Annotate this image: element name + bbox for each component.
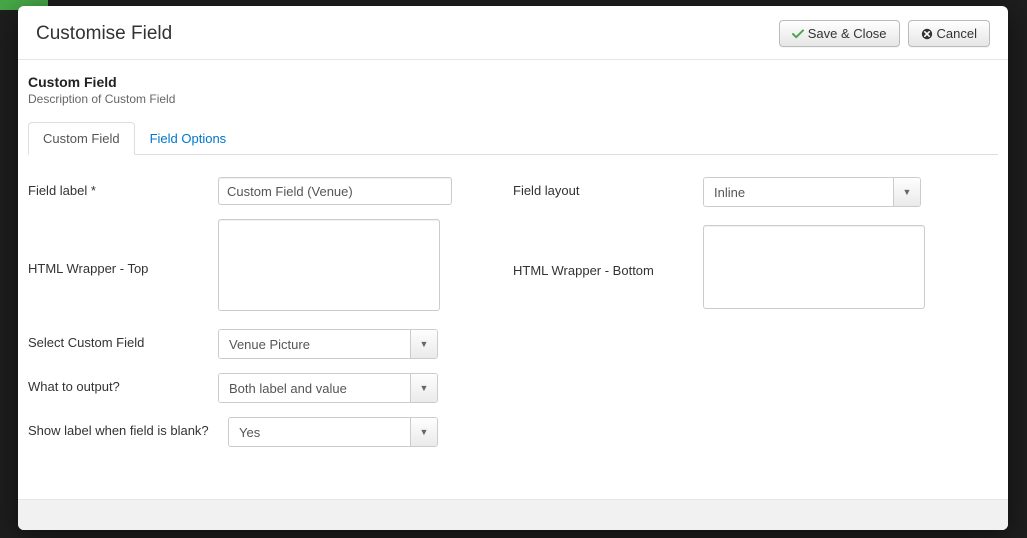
show-label-when-blank-dropdown[interactable]: Yes ▼ — [228, 417, 438, 447]
header-buttons: Save & Close Cancel — [779, 20, 990, 47]
chevron-down-icon: ▼ — [410, 374, 437, 402]
modal-body: Custom Field Description of Custom Field… — [18, 60, 1008, 500]
select-custom-field-value: Venue Picture — [219, 330, 410, 358]
label-field-label: Field label * — [28, 177, 218, 198]
row-what-to-output: What to output? Both label and value ▼ — [28, 373, 513, 403]
form-area: Field label * HTML Wrapper - Top Select … — [28, 155, 998, 461]
row-html-wrapper-top: HTML Wrapper - Top — [28, 219, 513, 311]
chevron-down-icon: ▼ — [410, 330, 437, 358]
label-html-wrapper-bottom: HTML Wrapper - Bottom — [513, 257, 703, 278]
label-what-to-output: What to output? — [28, 373, 218, 394]
form-right-column: Field layout Inline ▼ HTML Wrapper - Bot… — [513, 177, 998, 461]
form-left-column: Field label * HTML Wrapper - Top Select … — [28, 177, 513, 461]
cancel-button[interactable]: Cancel — [908, 20, 990, 47]
cancel-button-label: Cancel — [937, 26, 977, 41]
modal-header: Customise Field Save & Close Cancel — [18, 6, 1008, 60]
field-layout-value: Inline — [704, 178, 893, 206]
tab-custom-field[interactable]: Custom Field — [28, 122, 135, 155]
label-field-layout: Field layout — [513, 177, 703, 198]
save-button-label: Save & Close — [808, 26, 887, 41]
label-select-custom-field: Select Custom Field — [28, 329, 218, 350]
save-and-close-button[interactable]: Save & Close — [779, 20, 900, 47]
tab-field-options[interactable]: Field Options — [135, 122, 242, 155]
check-icon — [792, 28, 804, 40]
row-html-wrapper-bottom: HTML Wrapper - Bottom — [513, 221, 998, 313]
section-title: Custom Field — [28, 74, 998, 90]
show-label-when-blank-value: Yes — [229, 418, 410, 446]
cancel-icon — [921, 28, 933, 40]
label-show-label-when-blank: Show label when field is blank? — [28, 417, 228, 438]
row-show-label-when-blank: Show label when field is blank? Yes ▼ — [28, 417, 513, 447]
chevron-down-icon: ▼ — [410, 418, 437, 446]
chevron-down-icon: ▼ — [893, 178, 920, 206]
row-field-label: Field label * — [28, 177, 513, 205]
modal-footer — [18, 499, 1008, 530]
html-wrapper-top-textarea[interactable] — [218, 219, 440, 311]
row-field-layout: Field layout Inline ▼ — [513, 177, 998, 207]
field-label-input[interactable] — [218, 177, 452, 205]
select-custom-field-dropdown[interactable]: Venue Picture ▼ — [218, 329, 438, 359]
tab-bar: Custom Field Field Options — [28, 122, 998, 155]
modal-title: Customise Field — [36, 23, 172, 45]
label-html-wrapper-top: HTML Wrapper - Top — [28, 255, 218, 276]
html-wrapper-bottom-textarea[interactable] — [703, 225, 925, 309]
what-to-output-dropdown[interactable]: Both label and value ▼ — [218, 373, 438, 403]
customise-field-modal: Customise Field Save & Close Cancel Cust… — [18, 6, 1008, 530]
row-select-custom-field: Select Custom Field Venue Picture ▼ — [28, 329, 513, 359]
what-to-output-value: Both label and value — [219, 374, 410, 402]
field-layout-dropdown[interactable]: Inline ▼ — [703, 177, 921, 207]
section-description: Description of Custom Field — [28, 92, 998, 106]
